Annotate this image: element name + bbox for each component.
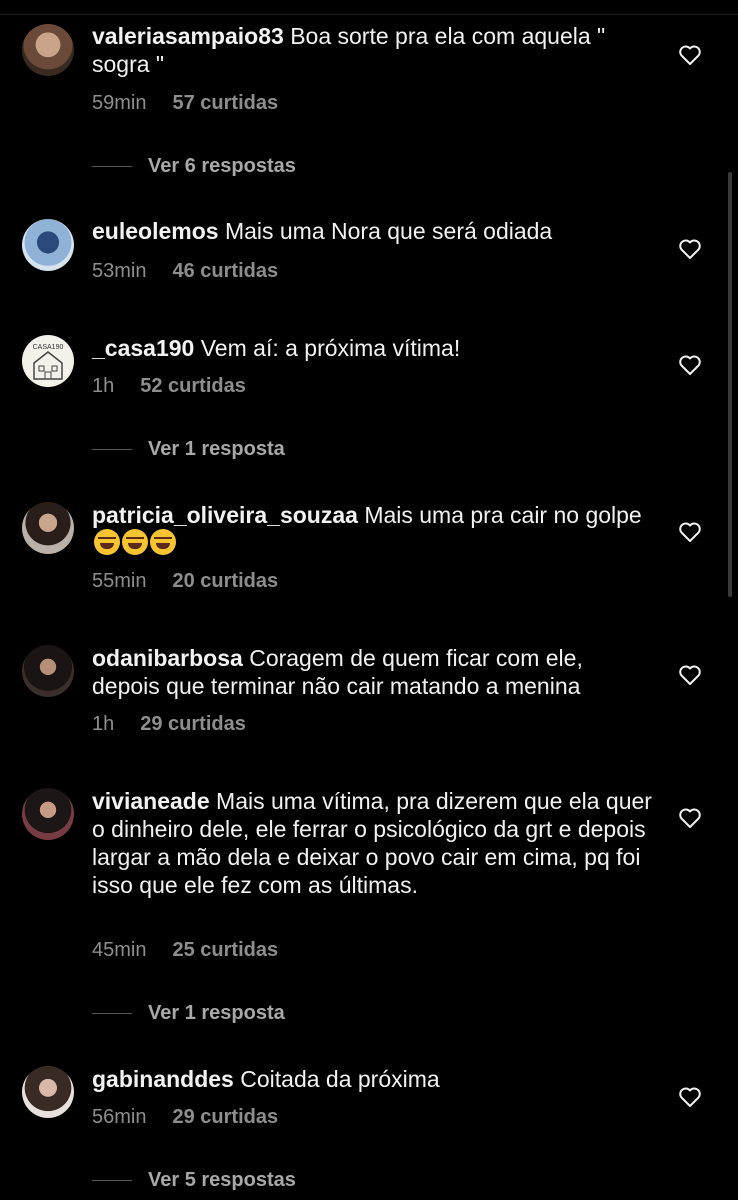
- comment-text: euleolemos Mais uma Nora que será odiada: [92, 217, 652, 245]
- username[interactable]: _casa190: [92, 335, 194, 361]
- top-divider: [0, 0, 738, 15]
- comment-body: Mais uma pra cair no golpe: [364, 502, 642, 528]
- likes-count[interactable]: 46 curtidas: [172, 260, 278, 282]
- timestamp: 55min: [92, 570, 147, 592]
- comment-text: _casa190 Vem aí: a próxima vítima!: [92, 334, 652, 362]
- replies-divider: [92, 1013, 132, 1015]
- heart-icon[interactable]: [678, 238, 702, 260]
- avatar[interactable]: [22, 502, 74, 554]
- timestamp: 59min: [92, 92, 147, 114]
- comment-meta: 1h 29 curtidas: [92, 713, 246, 736]
- likes-count[interactable]: 25 curtidas: [172, 939, 278, 961]
- comment-meta: 55min 20 curtidas: [92, 570, 278, 593]
- avatar[interactable]: [22, 1066, 74, 1118]
- comment-meta: 45min 25 curtidas: [92, 939, 278, 962]
- heart-icon[interactable]: [678, 521, 702, 543]
- view-replies-label: Ver 6 respostas: [148, 155, 296, 177]
- timestamp: 53min: [92, 260, 147, 282]
- view-replies-label: Ver 1 resposta: [148, 438, 285, 460]
- comment-body: Vem aí: a próxima vítima!: [200, 335, 461, 361]
- laughing-emoji-icon: [94, 529, 120, 555]
- avatar[interactable]: [22, 645, 74, 697]
- view-replies-label: Ver 1 resposta: [148, 1002, 285, 1024]
- likes-count[interactable]: 52 curtidas: [140, 375, 246, 397]
- timestamp: 56min: [92, 1106, 147, 1128]
- replies-divider: [92, 449, 132, 451]
- heart-icon[interactable]: [678, 354, 702, 376]
- likes-count[interactable]: 29 curtidas: [172, 1106, 278, 1128]
- heart-icon[interactable]: [678, 807, 702, 829]
- laughing-emoji-icon: [150, 529, 176, 555]
- scrollbar[interactable]: [728, 172, 732, 597]
- timestamp: 45min: [92, 939, 147, 961]
- username[interactable]: vivianeade: [92, 788, 210, 814]
- view-replies-label: Ver 5 respostas: [148, 1169, 296, 1191]
- username[interactable]: euleolemos: [92, 218, 219, 244]
- comment-text: patricia_oliveira_souzaa Mais uma pra ca…: [92, 501, 652, 557]
- avatar[interactable]: [22, 24, 74, 76]
- timestamp: 1h: [92, 375, 115, 397]
- view-replies-button[interactable]: Ver 5 respostas: [92, 1169, 296, 1192]
- comment-meta: 1h 52 curtidas: [92, 375, 246, 398]
- comment-meta: 56min 29 curtidas: [92, 1106, 278, 1129]
- username[interactable]: patricia_oliveira_souzaa: [92, 502, 358, 528]
- likes-count[interactable]: 29 curtidas: [140, 713, 246, 735]
- comment-body: Mais uma Nora que será odiada: [224, 218, 553, 244]
- laughing-emoji-icon: [122, 529, 148, 555]
- username[interactable]: valeriasampaio83: [92, 23, 284, 49]
- svg-text:CASA190: CASA190: [33, 344, 64, 351]
- comment-meta: 53min 46 curtidas: [92, 260, 278, 283]
- house-logo-icon: CASA190: [33, 344, 64, 380]
- username[interactable]: odanibarbosa: [92, 645, 243, 671]
- comment-text: valeriasampaio83 Boa sorte pra ela com a…: [92, 22, 652, 78]
- likes-count[interactable]: 57 curtidas: [172, 92, 278, 114]
- replies-divider: [92, 166, 132, 168]
- timestamp: 1h: [92, 713, 115, 735]
- likes-count[interactable]: 20 curtidas: [172, 570, 278, 592]
- heart-icon[interactable]: [678, 44, 702, 66]
- comment-text: vivianeade Mais uma vítima, pra dizerem …: [92, 787, 652, 899]
- replies-divider: [92, 1180, 132, 1182]
- avatar[interactable]: [22, 219, 74, 271]
- comment-text: gabinanddes Coitada da próxima: [92, 1065, 652, 1093]
- view-replies-button[interactable]: Ver 1 resposta: [92, 438, 285, 461]
- heart-icon[interactable]: [678, 664, 702, 686]
- username[interactable]: gabinanddes: [92, 1066, 234, 1092]
- comment-text: odanibarbosa Coragem de quem ficar com e…: [92, 644, 652, 700]
- comment-body: Coitada da próxima: [240, 1066, 440, 1092]
- avatar[interactable]: [22, 788, 74, 840]
- comment-meta: 59min 57 curtidas: [92, 92, 278, 115]
- view-replies-button[interactable]: Ver 6 respostas: [92, 155, 296, 178]
- heart-icon[interactable]: [678, 1086, 702, 1108]
- avatar[interactable]: CASA190: [22, 335, 74, 387]
- view-replies-button[interactable]: Ver 1 resposta: [92, 1002, 285, 1025]
